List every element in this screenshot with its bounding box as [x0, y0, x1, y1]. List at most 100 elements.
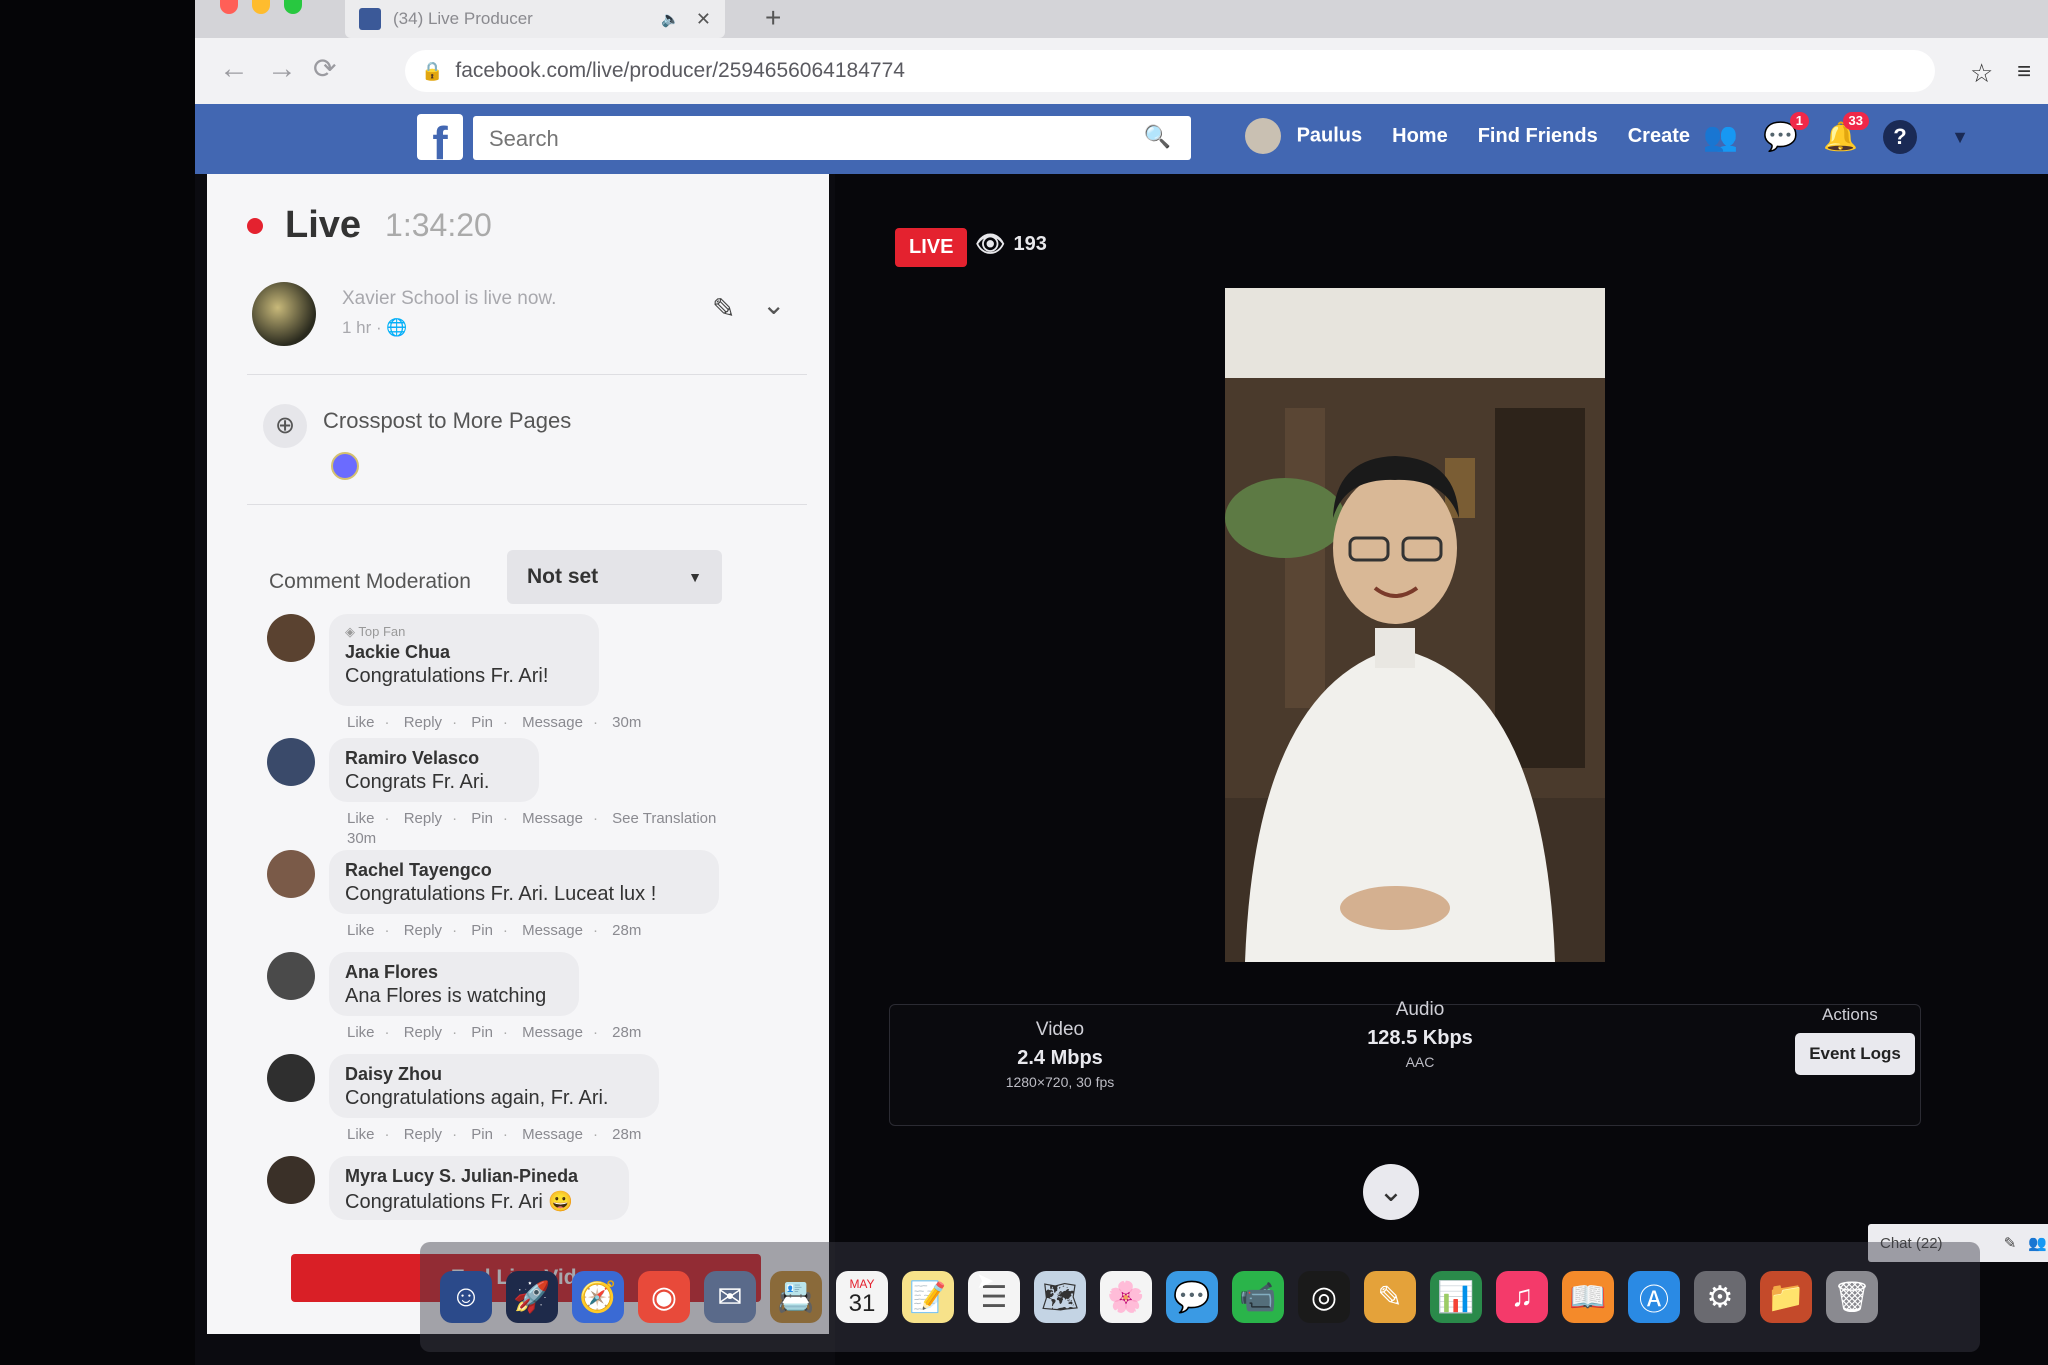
- comment-author[interactable]: Ramiro Velasco: [345, 748, 523, 769]
- system-preferences-icon[interactable]: ⚙: [1694, 1271, 1746, 1323]
- comment-author[interactable]: Myra Lucy S. Julian-Pineda: [345, 1166, 613, 1187]
- profile-link[interactable]: Paulus: [1245, 118, 1362, 154]
- live-video-preview[interactable]: [1225, 288, 1605, 962]
- event-logs-button[interactable]: Event Logs: [1795, 1033, 1915, 1075]
- chrome-icon[interactable]: ◉: [638, 1271, 690, 1323]
- speaker-icon[interactable]: 🔈: [661, 10, 680, 28]
- close-tab-icon[interactable]: ✕: [696, 9, 711, 30]
- search-icon[interactable]: 🔍: [1144, 124, 1171, 150]
- avatar[interactable]: [267, 952, 315, 1000]
- like-link[interactable]: Like: [347, 922, 375, 939]
- browser-tab[interactable]: (34) Live Producer 🔈 ✕: [345, 0, 725, 38]
- facebook-logo-icon[interactable]: f: [417, 114, 463, 160]
- reload-button[interactable]: ⟳: [313, 52, 336, 85]
- numbers-icon[interactable]: 📊: [1430, 1271, 1482, 1323]
- reading-list-icon[interactable]: ≡: [2017, 58, 2031, 86]
- like-link[interactable]: Like: [347, 810, 375, 827]
- new-tab-button[interactable]: +: [765, 2, 781, 34]
- reply-link[interactable]: Reply: [404, 1126, 442, 1143]
- pin-link[interactable]: Pin: [471, 922, 493, 939]
- close-window-button[interactable]: [220, 0, 238, 14]
- avatar[interactable]: [267, 738, 315, 786]
- avatar[interactable]: [267, 850, 315, 898]
- account-menu-chevron-icon[interactable]: ▼: [1943, 120, 1977, 154]
- contacts-icon[interactable]: 👥: [2028, 1234, 2047, 1252]
- video-stat-label: Video: [1035, 1019, 1085, 1040]
- comment-author[interactable]: Jackie Chua: [345, 642, 583, 663]
- finder-icon[interactable]: ☺: [440, 1271, 492, 1323]
- notifications-bell-icon[interactable]: 🔔 33: [1823, 112, 1869, 154]
- comment-moderation-select[interactable]: Not set ▼: [507, 550, 722, 604]
- reply-link[interactable]: Reply: [404, 810, 442, 827]
- like-link[interactable]: Like: [347, 1126, 375, 1143]
- pin-link[interactable]: Pin: [471, 714, 493, 731]
- downloads-folder-icon[interactable]: 📁: [1760, 1271, 1812, 1323]
- friend-requests-icon[interactable]: 👥: [1703, 120, 1738, 154]
- like-link[interactable]: Like: [347, 714, 375, 731]
- message-link[interactable]: Message: [522, 1126, 583, 1143]
- messenger-icon[interactable]: 💬 1: [1763, 112, 1809, 154]
- mail-icon[interactable]: ✉: [704, 1271, 756, 1323]
- notes-icon[interactable]: 📝: [902, 1271, 954, 1323]
- messages-icon[interactable]: 💬: [1166, 1271, 1218, 1323]
- comment-actions: Like · Reply · Pin · Message · 28m: [347, 922, 642, 939]
- message-link[interactable]: Message: [522, 714, 583, 731]
- page-avatar[interactable]: [252, 282, 316, 346]
- maximize-window-button[interactable]: [284, 0, 302, 14]
- pin-link[interactable]: Pin: [471, 1024, 493, 1041]
- avatar[interactable]: [267, 1156, 315, 1204]
- music-icon[interactable]: ♫: [1496, 1271, 1548, 1323]
- notifications-badge: 33: [1842, 112, 1869, 130]
- avatar[interactable]: [267, 614, 315, 662]
- page-post-row: Xavier School is live now. 1 hr · 🌐 ✎ ⌄: [252, 282, 807, 362]
- message-link[interactable]: Message: [522, 810, 583, 827]
- avatar[interactable]: [267, 1054, 315, 1102]
- crosspost-label[interactable]: Crosspost to More Pages: [323, 408, 571, 434]
- crosspost-icon: ⊕: [263, 404, 307, 448]
- nav-create[interactable]: Create: [1628, 125, 1690, 148]
- chevron-down-icon[interactable]: ⌄: [762, 288, 785, 321]
- minimize-window-button[interactable]: [252, 0, 270, 14]
- forward-button[interactable]: →: [267, 52, 297, 86]
- calendar-icon[interactable]: MAY 31: [836, 1271, 888, 1323]
- pages-icon[interactable]: ✎: [1364, 1271, 1416, 1323]
- help-icon[interactable]: ?: [1883, 120, 1917, 154]
- reply-link[interactable]: Reply: [404, 714, 442, 731]
- message-link[interactable]: Message: [522, 1024, 583, 1041]
- audio-stat-detail: AAC: [1405, 1054, 1435, 1070]
- compose-icon[interactable]: ✎: [2004, 1234, 2017, 1252]
- comment-author[interactable]: Ana Flores: [345, 962, 563, 983]
- see-translation-link[interactable]: See Translation: [612, 810, 716, 827]
- crosspost-page-avatar[interactable]: [331, 452, 359, 480]
- reply-link[interactable]: Reply: [404, 922, 442, 939]
- page-status-text: Xavier School is live now.: [342, 288, 557, 309]
- comment-author[interactable]: Daisy Zhou: [345, 1064, 643, 1085]
- app-store-icon[interactable]: Ⓐ: [1628, 1271, 1680, 1323]
- obs-icon[interactable]: ◎: [1298, 1271, 1350, 1323]
- edit-pencil-icon[interactable]: ✎: [712, 292, 735, 325]
- pin-link[interactable]: Pin: [471, 1126, 493, 1143]
- caret-down-icon: ▼: [688, 569, 702, 585]
- header-nav: Paulus Home Find Friends Create: [1245, 118, 1690, 154]
- pin-link[interactable]: Pin: [471, 810, 493, 827]
- search-input[interactable]: [473, 116, 1131, 162]
- trash-icon[interactable]: 🗑: [1826, 1271, 1878, 1323]
- bookmark-star-icon[interactable]: ☆: [1970, 58, 1993, 89]
- divider: [247, 374, 807, 375]
- back-button[interactable]: ←: [219, 52, 249, 86]
- maps-icon[interactable]: 🗺: [1034, 1271, 1086, 1323]
- books-icon[interactable]: 📖: [1562, 1271, 1614, 1323]
- message-link[interactable]: Message: [522, 922, 583, 939]
- photos-icon[interactable]: 🌸: [1100, 1271, 1152, 1323]
- nav-find-friends[interactable]: Find Friends: [1478, 125, 1598, 148]
- nav-home[interactable]: Home: [1392, 125, 1448, 148]
- launchpad-icon[interactable]: 🚀: [506, 1271, 558, 1323]
- comment-author[interactable]: Rachel Tayengco: [345, 860, 703, 881]
- safari-icon[interactable]: 🧭: [572, 1271, 624, 1323]
- contacts-app-icon[interactable]: 📇: [770, 1271, 822, 1323]
- address-bar[interactable]: 🔒 facebook.com/live/producer/25946560641…: [405, 50, 1935, 92]
- like-link[interactable]: Like: [347, 1024, 375, 1041]
- reply-link[interactable]: Reply: [404, 1024, 442, 1041]
- expand-chevron-down-icon[interactable]: ⌄: [1363, 1164, 1419, 1220]
- facetime-icon[interactable]: 📹: [1232, 1271, 1284, 1323]
